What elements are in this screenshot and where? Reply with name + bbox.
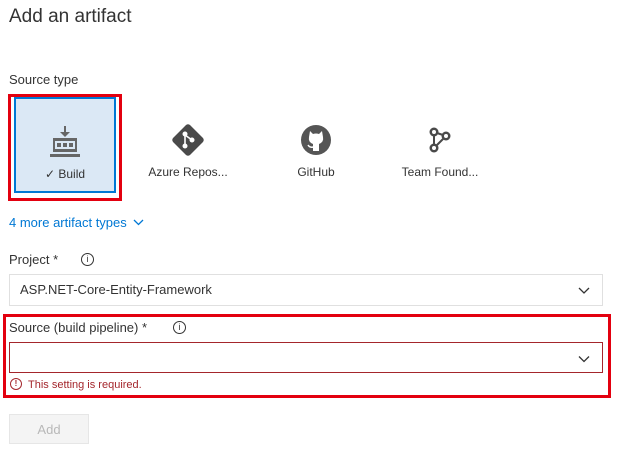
source-type-label: Source type	[9, 72, 79, 87]
tile-team-foundation-label: Team Found...	[401, 165, 479, 179]
tile-github[interactable]: GitHub	[265, 97, 367, 193]
more-artifact-types-link[interactable]: 4 more artifact types	[9, 214, 144, 230]
source-section-highlight	[3, 314, 611, 398]
dialog-title: Add an artifact	[9, 6, 132, 27]
tile-github-label: GitHub	[297, 165, 335, 179]
tile-azure-repos-label: Azure Repos...	[148, 165, 228, 179]
github-icon	[300, 123, 332, 157]
build-tile-highlight	[8, 94, 122, 201]
project-info-icon[interactable]: i	[81, 253, 94, 266]
chevron-down-icon	[578, 275, 590, 305]
chevron-down-icon	[133, 214, 144, 229]
team-foundation-icon	[425, 123, 455, 157]
project-value: ASP.NET-Core-Entity-Framework	[20, 282, 212, 297]
tile-azure-repos[interactable]: Azure Repos...	[137, 97, 239, 193]
add-button[interactable]: Add	[9, 414, 89, 444]
project-dropdown[interactable]: ASP.NET-Core-Entity-Framework	[9, 274, 603, 306]
project-label: Project *	[9, 252, 59, 267]
git-icon	[171, 123, 205, 157]
tile-team-foundation[interactable]: Team Found...	[389, 97, 491, 193]
